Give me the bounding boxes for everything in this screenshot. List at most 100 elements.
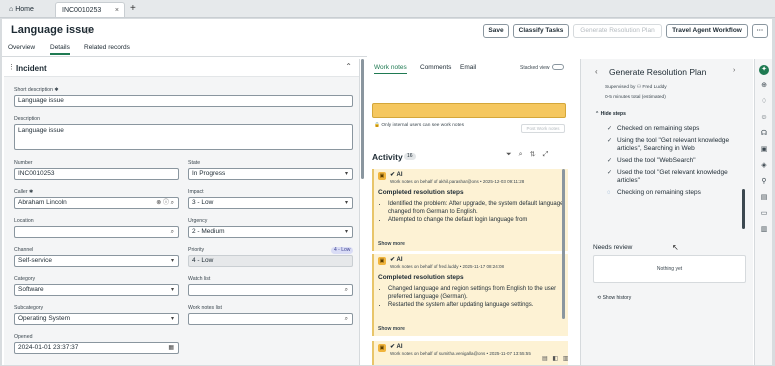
pin-icon[interactable]: ⚲ [759,177,769,187]
tab-work-notes[interactable]: Work notes [374,64,407,74]
number-field[interactable]: INC0010253 [14,168,179,180]
close-icon[interactable]: × [115,3,119,18]
mouse-cursor-icon: ↖ [672,243,679,252]
channel-select[interactable]: Self-service ▾ [14,255,179,267]
calendar-icon[interactable]: ▦ [168,343,174,353]
description-field[interactable]: Language issue [14,124,353,150]
form-scrollbar[interactable] [361,59,364,179]
step-item: ✓ Used the tool "WebSearch" [607,157,742,165]
card-meta: Work notes on behalf of akhil.parashar@o… [390,179,525,184]
watch-list-field[interactable]: ⌕ [188,284,353,296]
tab-details[interactable]: Details [50,44,70,55]
close-panel-icon[interactable]: › [733,67,735,74]
page-title: Language issue [11,24,95,36]
post-work-notes-button[interactable]: Post Work notes [521,124,565,133]
list-view-icon[interactable]: ▤ [542,356,548,362]
check-icon: ✓ [607,170,613,176]
step-label: Used the tool "Get relevant knowledge ar… [617,169,728,184]
state-select[interactable]: In Progress ▾ [188,168,353,180]
search-icon[interactable]: ⌕ [519,151,523,158]
agent-icon[interactable]: ☺ [759,113,769,123]
search-icon[interactable]: ⌕ [171,227,174,237]
panel-view-icon[interactable]: ▥ [563,356,569,362]
gift-icon[interactable]: ▣ [759,145,769,155]
steps-scrollbar[interactable] [742,189,745,229]
classify-tasks-button[interactable]: Classify Tasks [513,24,569,38]
sort-icon[interactable]: ⇅ [529,151,535,158]
save-button[interactable]: Save [483,24,509,38]
hide-steps-label: Hide steps [600,111,626,117]
list-item: Identified the problem: After upgrade, t… [388,200,566,216]
tab-home-label: Home [15,6,34,13]
category-select[interactable]: Software ▾ [14,284,179,296]
search-icon[interactable]: ⌕ [345,314,348,324]
show-more-link[interactable]: Show more [378,326,405,332]
hide-steps-toggle[interactable]: ⌃ Hide steps [595,111,626,117]
step-label: Checking on remaining steps [617,189,701,196]
supervised-by: Supervised by ⚇ Fred Luddy [605,85,667,90]
ai-avatar-icon: ▣ [378,257,386,265]
stacked-view-toggle[interactable] [552,64,564,70]
generate-resolution-plan-button[interactable]: Generate Resolution Plan [573,24,662,38]
category-label: Category [14,276,36,282]
activity-count: 16 [404,153,416,160]
tab-overview[interactable]: Overview [8,44,35,51]
tab-incident[interactable]: INC0010253 × [55,2,125,17]
back-icon[interactable]: ‹ [595,67,598,76]
work-notes-list-field[interactable]: ⌕ [188,313,353,325]
ai-avatar-icon: ▣ [378,344,386,352]
filter-icon[interactable]: ⏷ [506,151,512,158]
priority-badge: 4 - Low [331,247,354,254]
location-label: Location [14,218,34,224]
incident-form: ⋮ Incident ⌃ Short description ✱ Languag… [4,59,360,365]
short-description-field[interactable]: Language issue [14,95,353,107]
tab-related-records[interactable]: Related records [84,44,130,51]
travel-agent-workflow-button[interactable]: Travel Agent Workflow [666,24,748,38]
cube-icon[interactable]: ◈ [759,161,769,171]
caller-label: Caller ✱ [14,189,34,195]
document-icon[interactable]: ▤ [759,193,769,203]
bell-icon[interactable]: ♢ [759,97,769,107]
compass-icon[interactable]: ⊕ [759,81,769,91]
expand-icon[interactable]: ⤢ [543,151,549,158]
chat-icon[interactable]: ▭ [759,209,769,219]
activity-card: ▣ ✔ AI Work notes on behalf of akhil.par… [372,169,568,251]
ai-avatar-icon: ▣ [378,172,386,180]
opened-label: Opened [14,334,33,340]
record-header: Language issue ⬡ Save Classify Tasks Gen… [2,19,772,43]
panel-title: Generate Resolution Plan [609,67,707,77]
step-item: ✓ Using the tool "Get relevant knowledge … [607,137,742,153]
caller-field[interactable]: Abraham Lincoln ⊗ ⓘ ⌕ [14,197,179,209]
estimated-time: 0-5 minutes total (estimated) [605,95,666,100]
show-history-link[interactable]: ⟲ Show history [597,295,631,301]
location-field[interactable]: ⌕ [14,226,179,238]
work-notes-input[interactable] [372,103,566,118]
chevron-down-icon: ▾ [170,287,174,293]
impact-select[interactable]: 3 - Low ▾ [188,197,353,209]
sidebar-rail: ✦ ⊕ ♢ ☺ ☊ ▣ ◈ ⚲ ▤ ▭ ▥ [754,59,772,365]
more-actions-button[interactable]: ··· [752,24,768,38]
split-view-icon[interactable]: ◧ [552,356,558,362]
opened-field[interactable]: 2024-01-01 23:37:37 ▦ [14,342,179,354]
record-subtabs: Overview Details Related records [2,43,367,57]
subcategory-select[interactable]: Operating System ▾ [14,313,179,325]
tab-email[interactable]: Email [460,64,476,71]
ai-assist-icon[interactable]: ✦ [759,65,769,75]
tab-comments[interactable]: Comments [420,64,451,71]
search-icon[interactable]: ⌕ [345,285,348,295]
urgency-select[interactable]: 2 - Medium ▾ [188,226,353,238]
add-tab-icon[interactable]: + [130,2,136,16]
show-more-link[interactable]: Show more [378,241,405,247]
drag-handle-icon[interactable]: ⋮ [8,63,15,71]
headset-icon[interactable]: ☊ [759,129,769,139]
view-switcher: ▤ ◧ ▥ [542,355,568,362]
chevron-up-icon[interactable]: ⌃ [345,62,352,71]
priority-label: Priority [188,247,205,253]
tab-home[interactable]: ⌂ Home [3,2,53,17]
lookup-icons[interactable]: ⊗ ⓘ ⌕ [156,198,174,208]
check-icon: ✓ [607,158,613,164]
tag-icon[interactable]: ⬡ [84,26,91,35]
book-icon[interactable]: ▥ [759,225,769,235]
section-title: Incident [16,64,47,73]
activity-scrollbar[interactable] [562,169,565,319]
